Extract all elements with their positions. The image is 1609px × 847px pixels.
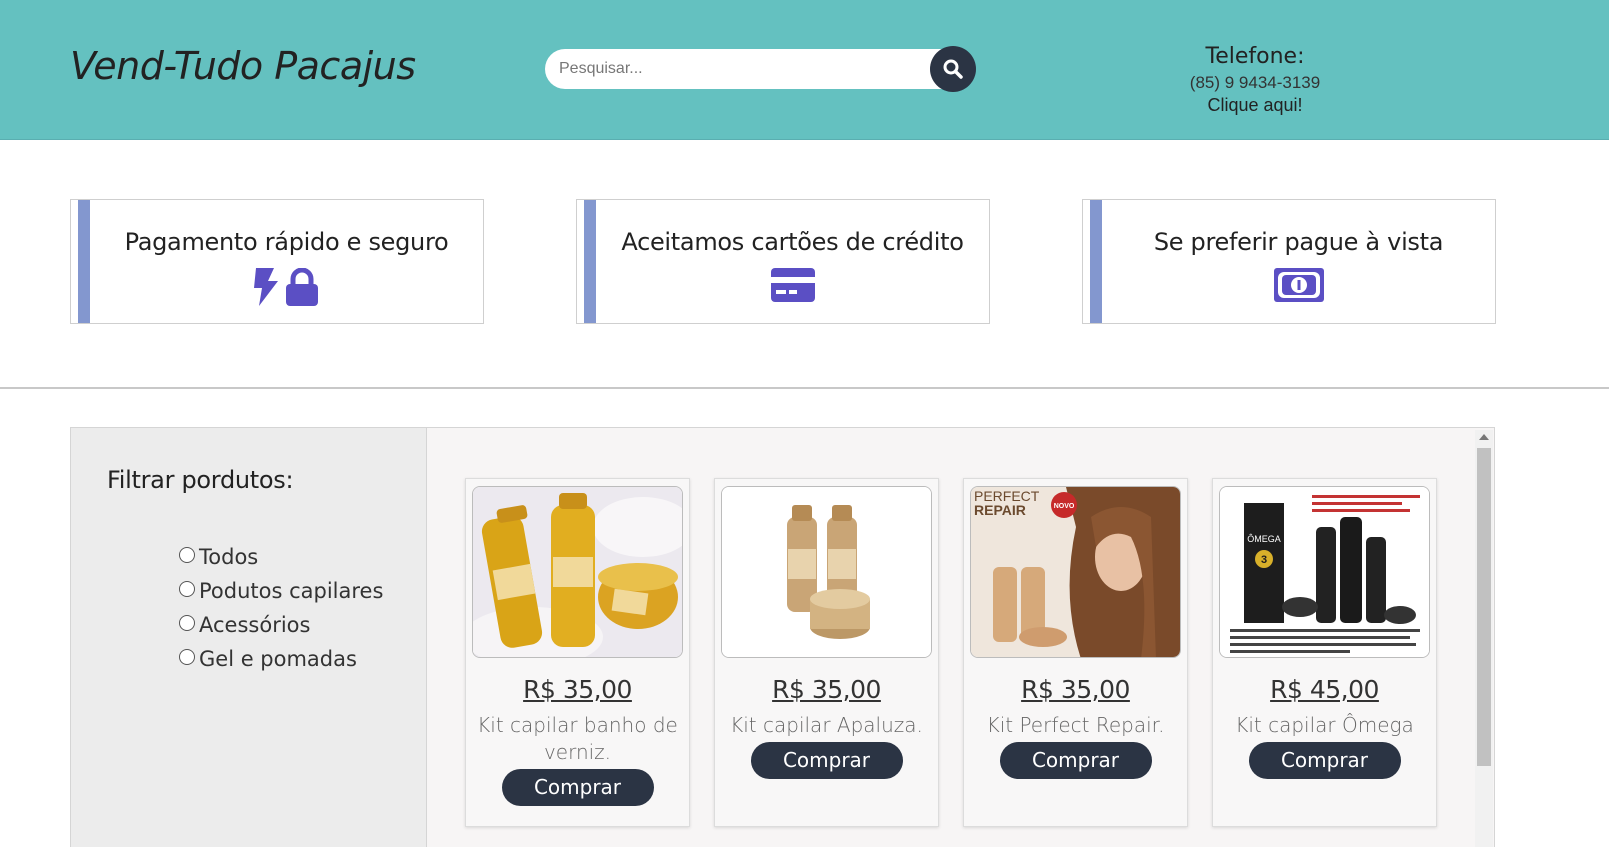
credit-card-icon [770, 268, 815, 302]
product-price: R$ 45,00 [1270, 675, 1379, 704]
p4-number: 3 [1261, 554, 1267, 566]
money-bill-icon [1273, 268, 1324, 302]
feature-pay-cash: Se preferir pague à vista [1082, 199, 1496, 324]
product-card: R$ 35,00 Kit capilar Apaluza. Comprar [714, 478, 939, 827]
scroll-up-arrow-icon[interactable] [1479, 434, 1489, 440]
site-logo[interactable]: Vend-Tudo Pacajus [70, 44, 416, 88]
product-grid: R$ 35,00 Kit capilar banho de verniz. Co… [427, 427, 1495, 847]
feature-credit-cards: Aceitamos cartões de crédito [576, 199, 990, 324]
filter-panel: Filtrar pordutos: Todos Podutos capilare… [70, 427, 427, 847]
p4-brand: ÔMEGA [1247, 534, 1281, 544]
buy-button[interactable]: Comprar [1248, 742, 1401, 779]
product-image[interactable]: PERFECT REPAIR NOVO [970, 486, 1181, 658]
feature-title: Se preferir pague à vista [1153, 228, 1444, 256]
bolt-icon [253, 268, 278, 306]
buy-button[interactable]: Comprar [501, 769, 654, 806]
feature-accent-bar [584, 200, 596, 323]
filter-option-capilares[interactable]: Podutos capilares [179, 574, 383, 608]
product-name: Kit capilar Apaluza. [730, 713, 923, 737]
site-header: Vend-Tudo Pacajus Telefone: (85) 9 9434-… [0, 0, 1609, 140]
lock-icon [285, 268, 318, 306]
feature-icons [90, 268, 483, 306]
search-icon [943, 59, 963, 79]
feature-icons [1102, 268, 1495, 302]
product-image[interactable]: ÔMEGA 3 [1219, 486, 1430, 658]
feature-title: Aceitamos cartões de crédito [621, 228, 964, 256]
radio-button[interactable] [179, 649, 195, 665]
feature-accent-bar [78, 200, 90, 323]
product-price: R$ 35,00 [1021, 675, 1130, 704]
phone-title: Telefone: [1205, 44, 1305, 69]
phone-link[interactable]: Clique aqui! [1150, 95, 1360, 116]
filter-option-label: Acessórios [199, 613, 311, 637]
search-bar [545, 46, 976, 92]
search-input[interactable] [545, 49, 965, 89]
radio-button[interactable] [179, 547, 195, 563]
product-card: PERFECT REPAIR NOVO R$ 35,00 Kit Perfect… [963, 478, 1188, 827]
filter-option-label: Gel e pomadas [199, 647, 357, 671]
product-card: ÔMEGA 3 R$ 45,00 Kit capilar Ômega 3. Co… [1212, 478, 1437, 827]
p3-label-2: REPAIR [974, 502, 1026, 518]
filter-option-gel[interactable]: Gel e pomadas [179, 642, 383, 676]
product-price: R$ 35,00 [772, 675, 881, 704]
filter-option-todos[interactable]: Todos [179, 540, 383, 574]
filter-option-acessorios[interactable]: Acessórios [179, 608, 383, 642]
feature-accent-bar [1090, 200, 1102, 323]
phone-contact: Telefone: (85) 9 9434-3139 Clique aqui! [1150, 44, 1360, 116]
radio-button[interactable] [179, 615, 195, 631]
product-image[interactable] [472, 486, 683, 658]
product-scrollbar[interactable] [1475, 430, 1493, 847]
product-name: Kit Perfect Repair. [986, 713, 1165, 737]
product-price: R$ 35,00 [523, 675, 632, 704]
radio-button[interactable] [179, 581, 195, 597]
buy-button[interactable]: Comprar [750, 742, 903, 779]
search-button[interactable] [930, 46, 976, 92]
filter-title: Filtrar pordutos: [107, 466, 294, 494]
feature-icons [596, 268, 989, 302]
product-name: Kit capilar banho de verniz. [477, 713, 678, 764]
p3-badge: NOVO [1054, 503, 1075, 510]
filter-option-label: Todos [199, 545, 259, 569]
filter-option-label: Podutos capilares [199, 579, 384, 603]
phone-number: (85) 9 9434-3139 [1189, 73, 1321, 92]
scrollbar-thumb[interactable] [1477, 448, 1491, 766]
feature-title: Pagamento rápido e seguro [124, 228, 449, 256]
feature-fast-payment: Pagamento rápido e seguro [70, 199, 484, 324]
filter-options: Todos Podutos capilares Acessórios Gel e… [179, 540, 383, 676]
buy-button[interactable]: Comprar [999, 742, 1152, 779]
product-card: R$ 35,00 Kit capilar banho de verniz. Co… [465, 478, 690, 827]
section-divider [0, 387, 1609, 389]
product-image[interactable] [721, 486, 932, 658]
